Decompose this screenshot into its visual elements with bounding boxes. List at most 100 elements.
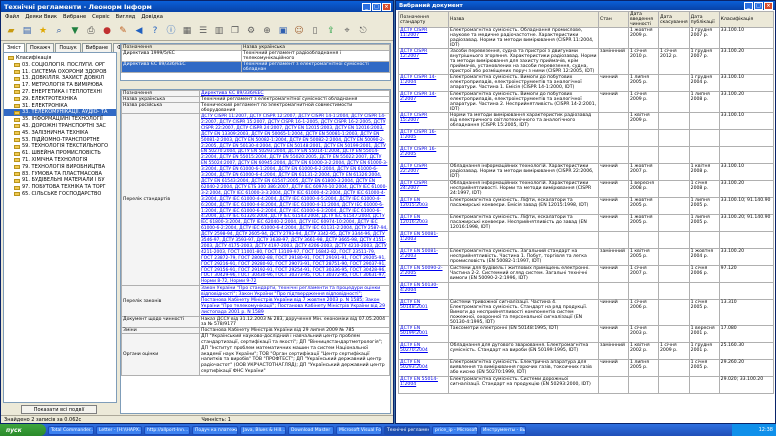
- table-cell[interactable]: ДСТУ CISPR 14-2:2007: [398, 91, 449, 113]
- zoom-icon[interactable]: ⊕: [260, 24, 274, 38]
- table-cell[interactable]: ДСТУ EN 50270:2004: [398, 342, 449, 360]
- table-row[interactable]: ДСТУ EN 50270:2004 Обладнання для дуговог…: [398, 342, 774, 360]
- table-cell[interactable]: ДСТУ EN 55014-1:2004: [398, 376, 449, 394]
- taskbar-item[interactable]: Letter - [H:\\НАРХ...: [96, 425, 142, 435]
- table-row[interactable]: ДСТУ CISPR 11:2007 Електромагнітна сумісн…: [398, 27, 774, 49]
- book-icon[interactable]: ▤: [20, 24, 34, 38]
- menu-view[interactable]: Вигляд: [116, 14, 136, 20]
- table-row[interactable]: ДСТУ EN 50130-4:2004: [398, 282, 774, 300]
- export-icon[interactable]: ⇪: [324, 24, 338, 38]
- pencil-icon[interactable]: ✎: [116, 24, 130, 38]
- tree-item[interactable]: 65. СІЛЬСЬКЕ ГОСПОДАРСТВО: [4, 191, 116, 198]
- tree-item[interactable]: 83. ГУМОВА ТА ПЛАСТМАСОВА: [4, 171, 116, 178]
- table-row[interactable]: ДСТУ EN 12015:2003 Електромагнітна сумісн…: [398, 197, 774, 215]
- table-cell[interactable]: ДСТУ EN 12016:2003: [398, 214, 449, 232]
- search-icon[interactable]: ⌕: [52, 24, 66, 38]
- table-row[interactable]: ДСТУ CISPR 24:2007 Обладнання інформаційн…: [398, 180, 774, 198]
- tree-item[interactable]: 79. ТЕХНОЛОГІЯ ВИРОБНИЦТВА: [4, 164, 116, 171]
- tree-item[interactable]: 43. ДОРОЖНІ ТРАНСПОРТНІ ЗАС: [4, 123, 116, 130]
- table-row[interactable]: ДСТУ CISPR 15:2007 Норми та методи вимірю…: [398, 112, 774, 130]
- table-row[interactable]: ДСТУ EN 50081-2:2003 Електромагнітна сумі…: [398, 248, 774, 266]
- tree-item[interactable]: 45. ЗАЛІЗНИЧНА ТЕХНІКА: [4, 130, 116, 137]
- tree-item[interactable]: 71. ХІМІЧНА ТЕХНОЛОГІЯ: [4, 157, 116, 164]
- right-titlebar[interactable]: Вибраний документ _ □ ×: [396, 1, 775, 10]
- table-cell[interactable]: ДСТУ CISPR 22:2007: [398, 163, 449, 181]
- taskbar-item[interactable]: Java, Blues & Hill...: [240, 425, 286, 435]
- star-icon[interactable]: ★: [36, 24, 50, 38]
- grid-icon[interactable]: ▦: [180, 24, 194, 38]
- print-icon[interactable]: ⎙: [84, 24, 98, 38]
- pin-icon[interactable]: ⌖: [340, 24, 354, 38]
- table-cell[interactable]: ДСТУ EN 50199:2001: [398, 325, 449, 343]
- table-cell[interactable]: ДСТУ CISPR 14-1:2004: [398, 74, 449, 92]
- table-cell[interactable]: ДСТУ EN 12015:2003: [398, 197, 449, 215]
- table-cell[interactable]: ДСТУ EN 50148:2001: [398, 299, 449, 326]
- table-row[interactable]: ДСТУ CISPR 22:2007 Обладнання інформаційн…: [398, 163, 774, 181]
- table-row[interactable]: ДСТУ EN 50081-1:2003: [398, 231, 774, 249]
- table-row[interactable]: ДСТУ CISPR 14-1:2004 Електромагнітна сумі…: [398, 74, 774, 92]
- tree-item[interactable]: 53. ПІДЙОМНО-ТРАНСПОРТНЕ: [4, 137, 116, 144]
- table-row[interactable]: ДСТУ EN 50090-2-2:2005 Системи для будіве…: [398, 265, 774, 283]
- tree-item[interactable]: 11. СИСТЕМА ОХОРОНИ ЗДОРОВ: [4, 69, 116, 76]
- tree-item[interactable]: 97. ПОБУТОВА ТЕХНІКА ТА ТОРГ: [4, 184, 116, 191]
- table-cell[interactable]: ДСТУ EN 50081-1:2003: [398, 231, 449, 249]
- folder-icon[interactable]: ▰: [4, 24, 18, 38]
- table-row[interactable]: ДСТУ CISPR 16-1:2005: [398, 129, 774, 147]
- copy-icon[interactable]: ❐: [228, 24, 242, 38]
- maximize-button[interactable]: □: [372, 2, 381, 11]
- menu-favorites[interactable]: Вибране: [63, 14, 86, 20]
- table-cell[interactable]: ДСТУ EN 50090-2-2:2005: [398, 265, 449, 283]
- right-close-button[interactable]: ×: [764, 1, 773, 10]
- menu-edit[interactable]: Деяки Ввик: [25, 14, 57, 20]
- table-row[interactable]: ДСТУ EN 50293:2004 Електромагнітна сумісн…: [398, 359, 774, 377]
- tree-item[interactable]: Класифікація: [4, 55, 116, 62]
- tab-contents[interactable]: Зміст: [3, 43, 26, 52]
- right-maximize-button[interactable]: □: [754, 1, 763, 10]
- taskbar-item[interactable]: Технічні регламен...: [384, 425, 430, 435]
- tree-item[interactable]: 13. ДОВКІЛЛЯ. ЗАХИСТ ДОВКІЛ: [4, 75, 116, 82]
- table-cell[interactable]: ДСТУ CISPR 16-2:2005: [398, 146, 449, 164]
- help-icon[interactable]: ?: [148, 24, 162, 38]
- close-button[interactable]: ×: [382, 2, 391, 11]
- classification-tree[interactable]: Класифікація 03. СОЦІОЛОГІЯ. ПОСЛУГИ. ОРГ…: [3, 52, 117, 403]
- list-row[interactable]: Директива 1999/5/ЄС Технічний регламент …: [121, 50, 390, 62]
- tools-icon[interactable]: ⚙: [244, 24, 258, 38]
- table-cell[interactable]: ДСТУ EN 50130-4:2004: [398, 282, 449, 300]
- taskbar-item[interactable]: price_ip - Microsoft...: [432, 425, 478, 435]
- table-cell[interactable]: ДСТУ CISPR 15:2007: [398, 112, 449, 130]
- tab-index[interactable]: Покажч: [26, 43, 55, 52]
- table-row[interactable]: ДСТУ EN 50148:2001 Системи тривожної сигн…: [398, 299, 774, 326]
- table-row[interactable]: ДСТУ CISPR 16-2:2005: [398, 146, 774, 164]
- laws-value[interactable]: Закон України "Про стандарти, технічні р…: [199, 285, 390, 317]
- table-row[interactable]: ДСТУ CISPR 12:2007 Засоби перевезення, су…: [398, 48, 774, 75]
- back-icon[interactable]: ◀: [132, 24, 146, 38]
- tree-item[interactable]: 29. ЕЛЕКТРОТЕХНІКА: [4, 96, 116, 103]
- tree-item[interactable]: 61. ШВЕЙНА ПРОМИСЛОВІСТЬ: [4, 150, 116, 157]
- taskbar-item[interactable]: Total Commander...: [48, 425, 94, 435]
- table-cell[interactable]: ДСТУ EN 50081-2:2003: [398, 248, 449, 266]
- info-icon[interactable]: ⓘ: [164, 24, 178, 38]
- menu-help[interactable]: Довідка: [141, 14, 163, 20]
- tree-item[interactable]: 35. ІНФОРМАЦІЙНІ ТЕХНОЛОГІЇ: [4, 116, 116, 123]
- table-row[interactable]: ДСТУ EN 55014-1:2004 Електромагнітна сумі…: [398, 376, 774, 394]
- tab-search[interactable]: Пошук: [55, 43, 81, 52]
- minimize-button[interactable]: _: [362, 2, 371, 11]
- tree-item[interactable]: 03. СОЦІОЛОГІЯ. ПОСЛУГИ. ОРГ: [4, 62, 116, 69]
- standards-value[interactable]: ДСТУ CISPR 11:2007, ДСТУ CISPR 12:2007, …: [199, 112, 390, 287]
- taskbar-item[interactable]: Инструменты - Вы...: [480, 425, 526, 435]
- book-open-icon[interactable]: ▣: [276, 24, 290, 38]
- taskbar-item[interactable]: Microsoft Visual Fo...: [336, 425, 382, 435]
- list-row[interactable]: Директива ЄС 89/336/ЄЕС Технічний реглам…: [121, 61, 390, 73]
- exit-icon[interactable]: ⎋: [356, 24, 370, 38]
- table-row[interactable]: ДСТУ EN 12016:2003 Електромагнітна сумісн…: [398, 214, 774, 232]
- table-cell[interactable]: ДСТУ CISPR 16-1:2005: [398, 129, 449, 147]
- palette-icon[interactable]: ●: [100, 24, 114, 38]
- right-minimize-button[interactable]: _: [744, 1, 753, 10]
- taskbar-item[interactable]: Download Master: [288, 425, 334, 435]
- table-cell[interactable]: ДСТУ CISPR 12:2007: [398, 48, 449, 75]
- table-row[interactable]: ДСТУ CISPR 14-2:2007 Електромагнітна сумі…: [398, 91, 774, 113]
- document-icon[interactable]: ▯: [308, 24, 322, 38]
- table-icon[interactable]: ▥: [212, 24, 226, 38]
- tree-item[interactable]: 17. МЕТРОЛОГІЯ ТА ВИМІРЮВА: [4, 82, 116, 89]
- table-cell[interactable]: ДСТУ EN 50293:2004: [398, 359, 449, 377]
